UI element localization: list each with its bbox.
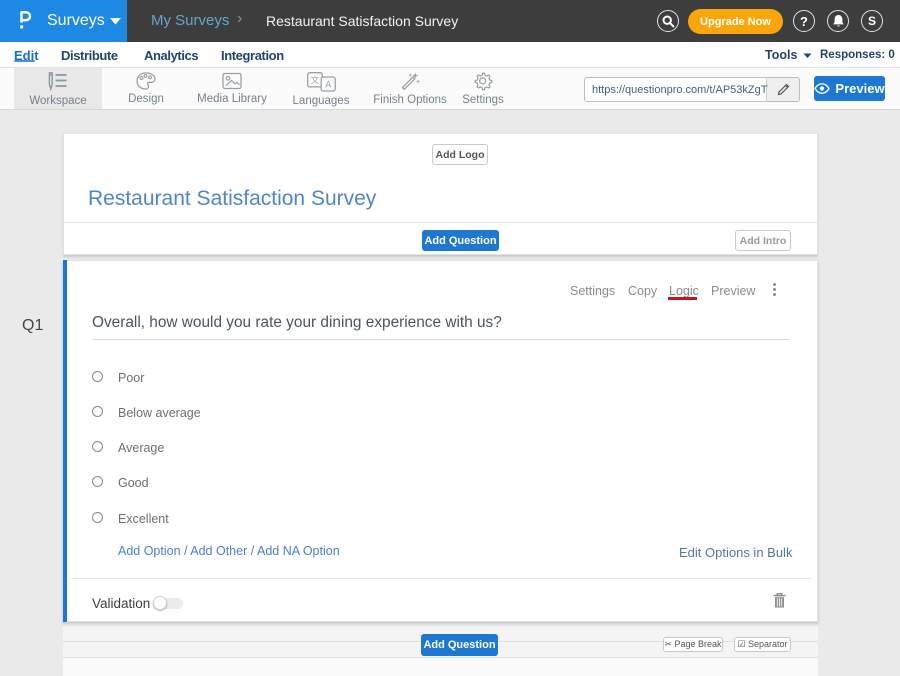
svg-text:文: 文 (310, 75, 319, 85)
svg-text:A: A (325, 79, 331, 89)
